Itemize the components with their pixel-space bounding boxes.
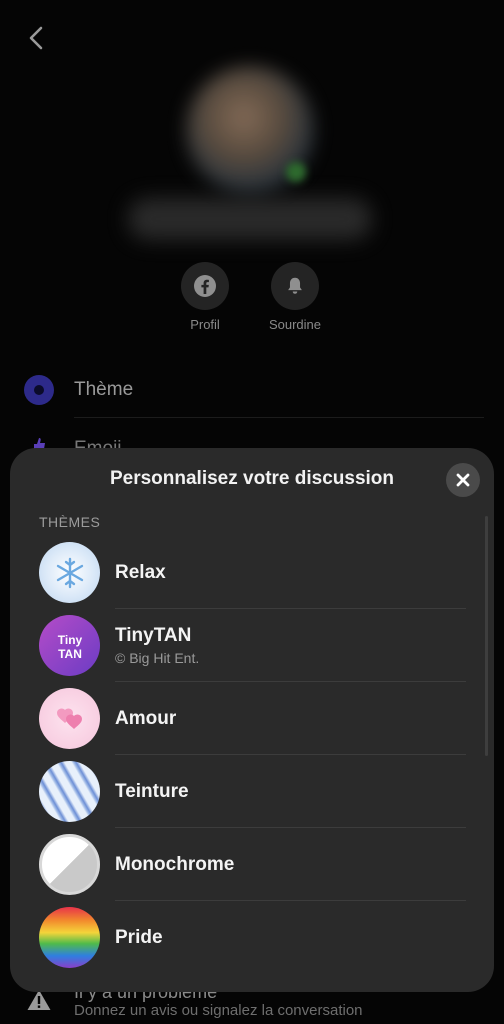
theme-name: Teinture: [115, 780, 189, 802]
theme-item-amour[interactable]: Amour: [10, 682, 494, 755]
back-button[interactable]: [22, 22, 52, 54]
heart-icon: [56, 708, 82, 729]
theme-subtitle: © Big Hit Ent.: [115, 650, 200, 666]
theme-item-pride[interactable]: Pride: [10, 901, 494, 974]
mute-button-circle[interactable]: [271, 262, 319, 310]
theme-item-tinytan[interactable]: Tiny TAN TinyTAN © Big Hit Ent.: [10, 609, 494, 682]
close-icon: [456, 473, 470, 487]
tinytan-logo: Tiny TAN: [57, 633, 82, 661]
chevron-left-icon: [29, 26, 43, 50]
theme-thumbnail-pride: [39, 907, 100, 968]
divider: [74, 417, 484, 418]
themes-section-label: THÈMES: [39, 514, 101, 530]
theme-name: TinyTAN: [115, 625, 192, 646]
theme-thumbnail-tinytan: Tiny TAN: [39, 615, 100, 676]
theme-thumbnail-relax: [39, 542, 100, 603]
theme-list: Relax Tiny TAN TinyTAN © Big Hit Ent. Am…: [10, 536, 494, 974]
svg-text:Tiny: Tiny: [57, 633, 82, 647]
theme-name: Pride: [115, 926, 163, 948]
settings-row-theme[interactable]: Thème: [24, 368, 484, 412]
online-status-dot: [286, 162, 306, 182]
svg-text:TAN: TAN: [58, 647, 82, 661]
settings-row-theme-label: Thème: [74, 379, 134, 400]
contact-name-blurred: [128, 198, 372, 240]
theme-name: Amour: [115, 707, 177, 729]
theme-thumbnail-teinture: [39, 761, 100, 822]
profile-button-circle[interactable]: [181, 262, 229, 310]
mute-button-label: Sourdine: [268, 317, 322, 332]
theme-icon: [24, 375, 54, 405]
close-button[interactable]: [446, 463, 480, 497]
theme-name: Monochrome: [115, 853, 235, 875]
theme-thumbnail-amour: [39, 688, 100, 749]
profile-button[interactable]: Profil: [160, 262, 250, 332]
theme-item-relax[interactable]: Relax: [10, 536, 494, 609]
facebook-icon: [194, 275, 216, 297]
profile-button-label: Profil: [190, 317, 220, 332]
theme-thumbnail-monochrome: [39, 834, 100, 895]
theme-name: Relax: [115, 561, 166, 583]
problem-subtitle: Donnez un avis ou signalez la conversati…: [74, 1002, 363, 1019]
theme-item-teinture[interactable]: Teinture: [10, 755, 494, 828]
bell-icon: [288, 277, 302, 294]
theme-item-monochrome[interactable]: Monochrome: [10, 828, 494, 901]
customize-chat-sheet: Personnalisez votre discussion THÈMES Re…: [10, 448, 494, 992]
mute-button[interactable]: Sourdine: [250, 262, 340, 332]
snowflake-icon: [56, 557, 83, 588]
sheet-title: Personnalisez votre discussion: [109, 468, 395, 489]
